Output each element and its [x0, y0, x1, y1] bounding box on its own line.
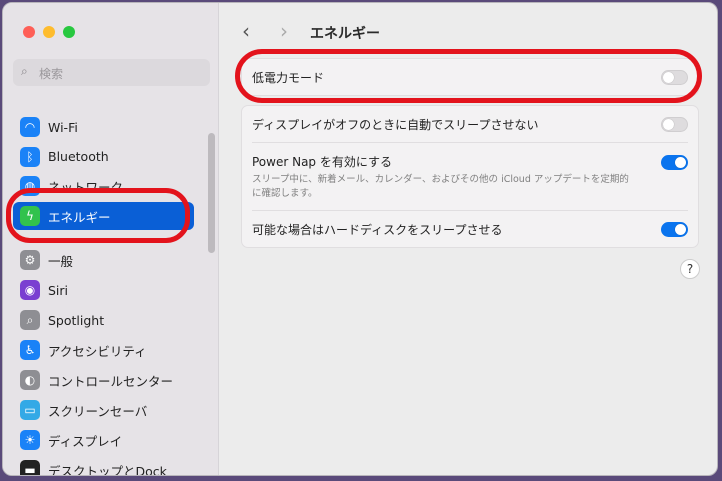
scrollbar[interactable] — [208, 133, 215, 253]
sidebar-item[interactable]: ◐ コントロールセンター — [13, 366, 194, 394]
wifi-icon: ◠ — [20, 117, 40, 137]
sidebar-item[interactable]: ⚙ 一般 — [13, 246, 194, 274]
search-input[interactable]: ⌕ 検索 — [13, 59, 210, 86]
no-sleep-label: ディスプレイがオフのときに自動でスリープさせない — [252, 117, 539, 132]
sidebar-item[interactable]: ♿ アクセシビリティ — [13, 336, 194, 364]
sidebar-item-label: ディスプレイ — [48, 433, 123, 449]
power-nap-toggle[interactable] — [661, 155, 688, 170]
sidebar-item-label: アクセシビリティ — [48, 343, 147, 359]
annotation-highlight-low-power — [235, 49, 702, 103]
sidebar-item-label: Wi-Fi — [48, 119, 78, 135]
toggles-icon: ◐ — [20, 370, 40, 390]
sidebar-item-label: Spotlight — [48, 312, 105, 328]
disk-sleep-label: 可能な場合はハードディスクをスリープさせる — [252, 222, 503, 237]
sidebar-item[interactable]: ▬ デスクトップとDock — [13, 456, 194, 476]
search-placeholder: 検索 — [39, 67, 64, 81]
sidebar-item[interactable]: ⌕ Spotlight — [13, 306, 194, 334]
siri-icon: ◉ — [20, 280, 40, 300]
sidebar-item[interactable]: ◠ Wi-Fi — [13, 113, 194, 141]
sidebar-item-label: コントロールセンター — [48, 373, 174, 389]
energy-options-card: ディスプレイがオフのときに自動でスリープさせない Power Nap を有効にす… — [241, 105, 699, 248]
help-button[interactable]: ? — [680, 259, 700, 279]
minimize-button[interactable] — [43, 26, 55, 38]
sidebar-item-label: デスクトップとDock — [48, 463, 167, 476]
sidebar-item-label: 一般 — [48, 253, 74, 269]
sidebar-item[interactable]: ☀ ディスプレイ — [13, 426, 194, 454]
no-sleep-toggle[interactable] — [661, 116, 688, 132]
magnifier-icon: ⌕ — [20, 310, 40, 330]
page-title: エネルギー — [310, 26, 380, 42]
sidebar-item-label: スクリーンセーバ — [48, 403, 148, 419]
sun-icon: ☀ — [20, 430, 40, 450]
dock-icon: ▬ — [20, 460, 40, 475]
annotation-highlight-energy — [6, 188, 190, 243]
forward-button[interactable]: › — [280, 19, 288, 43]
sidebar-item[interactable]: ᛒ Bluetooth — [13, 143, 194, 171]
sidebar-item[interactable]: ◉ Siri — [13, 276, 194, 304]
bluetooth-icon: ᛒ — [20, 146, 40, 167]
accessibility-icon: ♿ — [20, 340, 40, 360]
zoom-button[interactable] — [63, 26, 75, 38]
gear-icon: ⚙ — [20, 250, 40, 270]
power-nap-description: スリープ中に、新着メール、カレンダー、およびその他の iCloud アップデート… — [252, 174, 629, 199]
search-icon: ⌕ — [21, 64, 28, 78]
close-button[interactable] — [23, 26, 35, 38]
disk-sleep-toggle[interactable] — [661, 221, 688, 237]
sidebar-item-label: Bluetooth — [48, 149, 109, 165]
sidebar-item-label: Siri — [48, 282, 69, 298]
screensaver-icon: ▭ — [20, 400, 40, 420]
back-button[interactable]: ‹ — [242, 19, 250, 43]
sidebar-item[interactable]: ▭ スクリーンセーバ — [13, 396, 194, 424]
power-nap-label: Power Nap を有効にする — [252, 155, 392, 169]
